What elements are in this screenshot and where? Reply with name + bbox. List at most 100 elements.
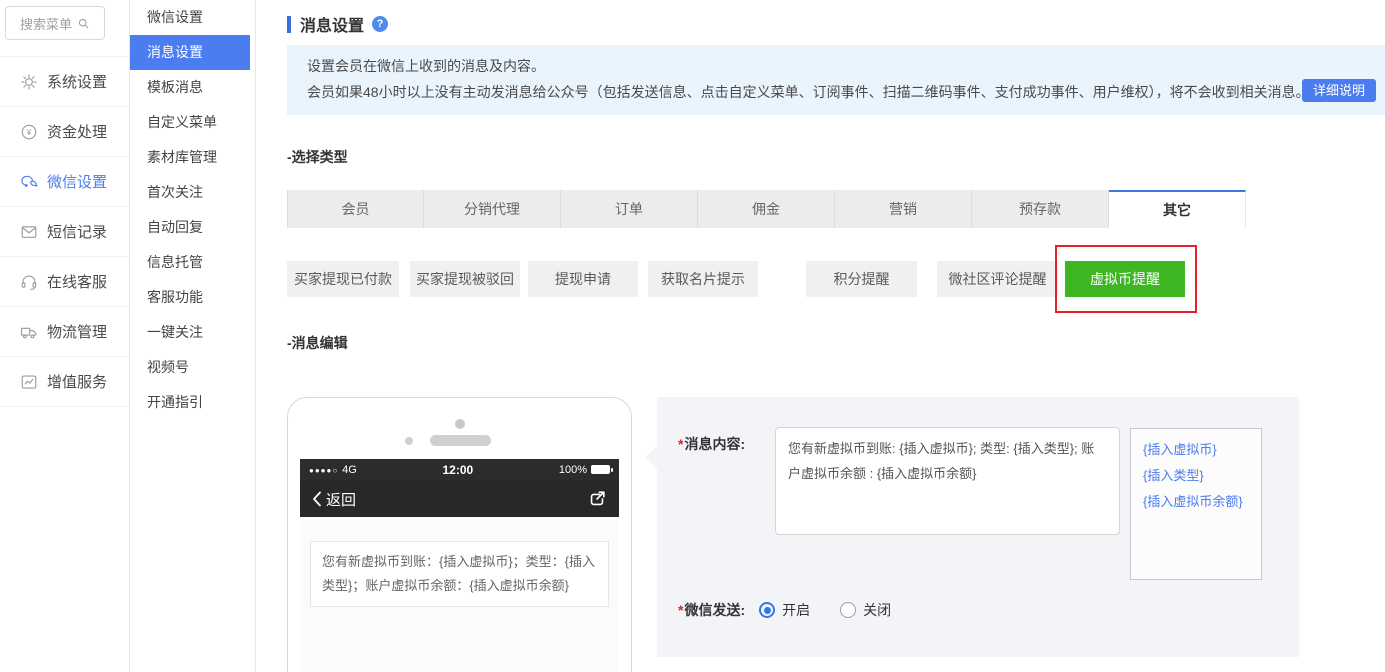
- help-icon[interactable]: ?: [372, 16, 389, 32]
- submenu-item-one-key-follow[interactable]: 一键关注: [130, 315, 255, 350]
- type-button-community-comment-reminder[interactable]: 微社区评论提醒: [937, 261, 1058, 297]
- submenu-item-service-function[interactable]: 客服功能: [130, 280, 255, 315]
- notice-line-1: 设置会员在微信上收到的消息及内容。: [307, 58, 545, 74]
- message-type-buttons: 买家提现已付款 买家提现被驳回 提现申请 获取名片提示 积分提醒 微社区评论提醒…: [287, 261, 1185, 297]
- sidebar-item-label: 在线客服: [47, 274, 108, 291]
- detail-explain-button[interactable]: 详细说明: [1301, 79, 1376, 102]
- phone-camera-dot: [455, 419, 465, 429]
- tab-prepaid[interactable]: 预存款: [972, 190, 1109, 228]
- submenu-item-first-follow[interactable]: 首次关注: [130, 175, 255, 210]
- yen-circle-icon: ¥: [20, 123, 38, 141]
- type-button-get-card-tip[interactable]: 获取名片提示: [648, 261, 758, 297]
- sidebar-item-system-settings[interactable]: 系统设置: [0, 57, 129, 107]
- radio-off[interactable]: [840, 602, 857, 618]
- chart-icon: [20, 373, 38, 391]
- type-button-withdraw-paid[interactable]: 买家提现已付款: [287, 261, 399, 297]
- insert-variable-panel: {插入虚拟币} {插入类型} {插入虚拟币余额}: [1130, 428, 1262, 580]
- type-button-withdraw-apply[interactable]: 提现申请: [528, 261, 638, 297]
- submenu-item-wechat-settings[interactable]: 微信设置: [130, 0, 255, 35]
- notice-line-2: 会员如果48小时以上没有主动发消息给公众号（包括发送信息、点击自定义菜单、订阅事…: [307, 84, 1310, 100]
- submenu-item-template-message[interactable]: 模板消息: [130, 70, 255, 105]
- radio-off-label[interactable]: 关闭: [863, 600, 891, 620]
- search-area: 搜索菜单: [0, 0, 129, 57]
- wechat-settings-submenu: 微信设置 消息设置 模板消息 自定义菜单 素材库管理 首次关注 自动回复 信息托…: [130, 0, 256, 672]
- back-button-preview: 返回: [312, 489, 356, 510]
- tab-distribution-agent[interactable]: 分销代理: [424, 190, 561, 228]
- required-mark: *: [678, 436, 684, 452]
- submenu-item-video-account[interactable]: 视频号: [130, 350, 255, 385]
- back-chevron-icon: [313, 491, 321, 507]
- type-button-virtual-currency-reminder[interactable]: 虚拟币提醒: [1065, 261, 1185, 297]
- network-label: 4G: [342, 464, 357, 476]
- page-title-text: 消息设置: [300, 18, 365, 35]
- page-title: 消息设置 ?: [287, 12, 389, 36]
- title-accent-bar: [287, 15, 291, 33]
- search-placeholder: 搜索菜单: [19, 16, 72, 32]
- type-button-withdraw-rejected[interactable]: 买家提现被驳回: [410, 261, 520, 297]
- insert-balance-link[interactable]: {插入虚拟币余额}: [1143, 489, 1261, 515]
- svg-text:¥: ¥: [26, 128, 32, 137]
- sidebar-item-label: 系统设置: [47, 74, 108, 91]
- search-icon: [77, 17, 90, 30]
- submenu-item-info-hosting[interactable]: 信息托管: [130, 245, 255, 280]
- notice-banner: 设置会员在微信上收到的消息及内容。 会员如果48小时以上没有主动发消息给公众号（…: [287, 45, 1385, 115]
- submenu-item-auto-reply[interactable]: 自动回复: [130, 210, 255, 245]
- message-settings-page: 搜索菜单 系统设置 ¥ 资金处理 微信设置 短信记录 在线客服 物流管理 增值服…: [0, 0, 1385, 672]
- submenu-item-material-library[interactable]: 素材库管理: [130, 140, 255, 175]
- phone-status-bar: ●●●●○ 4G 12:00 100%: [300, 459, 619, 481]
- content-field-label: *消息内容:: [678, 436, 746, 452]
- sidebar-item-value-added[interactable]: 增值服务: [0, 357, 129, 407]
- sidebar-item-funds[interactable]: ¥ 资金处理: [0, 107, 129, 157]
- type-button-points-reminder[interactable]: 积分提醒: [806, 261, 917, 297]
- primary-sidebar: 搜索菜单 系统设置 ¥ 资金处理 微信设置 短信记录 在线客服 物流管理 增值服…: [0, 0, 130, 672]
- sidebar-item-wechat-settings[interactable]: 微信设置: [0, 157, 129, 207]
- battery-percent-label: 100%: [558, 464, 587, 476]
- sidebar-item-label: 微信设置: [47, 174, 108, 191]
- sidebar-item-sms-records[interactable]: 短信记录: [0, 207, 129, 257]
- tab-member[interactable]: 会员: [287, 190, 424, 228]
- share-icon: [590, 491, 605, 506]
- sidebar-item-label: 短信记录: [47, 224, 108, 241]
- section-label-message-edit: -消息编辑: [287, 335, 348, 351]
- phone-message-area: 您有新虚拟币到账：{插入虚拟币}；类型：{插入类型}；账户虚拟币余额：{插入虚拟…: [300, 517, 619, 672]
- sidebar-item-online-service[interactable]: 在线客服: [0, 257, 129, 307]
- phone-speaker-bar: [430, 435, 491, 446]
- section-label-select-type: -选择类型: [287, 149, 348, 165]
- insert-type-link[interactable]: {插入类型}: [1143, 463, 1261, 489]
- submenu-item-message-settings[interactable]: 消息设置: [130, 35, 250, 70]
- envelope-icon: [20, 223, 38, 241]
- truck-icon: [20, 323, 38, 341]
- battery-icon: [591, 465, 613, 474]
- phone-sensor-dot: [405, 437, 413, 445]
- radio-on-label[interactable]: 开启: [782, 600, 810, 620]
- phone-screen: ●●●●○ 4G 12:00 100% 返回 您有新虚拟币到账：{插入虚拟币}；类…: [300, 459, 619, 672]
- signal-dots-icon: ●●●●○: [309, 466, 339, 475]
- submenu-item-custom-menu[interactable]: 自定义菜单: [130, 105, 255, 140]
- tab-commission[interactable]: 佣金: [698, 190, 835, 228]
- search-input[interactable]: 搜索菜单: [5, 6, 105, 40]
- sidebar-item-label: 增值服务: [47, 374, 108, 391]
- message-type-tabs: 会员 分销代理 订单 佣金 营销 预存款 其它: [287, 190, 1246, 228]
- submenu-item-activation-guide[interactable]: 开通指引: [130, 385, 255, 420]
- sidebar-item-logistics[interactable]: 物流管理: [0, 307, 129, 357]
- tab-other[interactable]: 其它: [1109, 190, 1246, 228]
- wechat-bubbles-icon: [20, 173, 38, 191]
- tab-order[interactable]: 订单: [561, 190, 698, 228]
- clock-label: 12:00: [442, 463, 474, 477]
- message-content-textarea[interactable]: 您有新虚拟币到账: {插入虚拟币}; 类型: {插入类型}; 账户虚拟币余额 :…: [775, 427, 1120, 535]
- headset-icon: [20, 273, 38, 291]
- tab-marketing[interactable]: 营销: [835, 190, 972, 228]
- wechat-send-row: *微信发送: 开启 关闭: [678, 600, 891, 620]
- preview-message-bubble: 您有新虚拟币到账：{插入虚拟币}；类型：{插入类型}；账户虚拟币余额：{插入虚拟…: [310, 541, 609, 607]
- gear-icon: [20, 73, 38, 91]
- radio-on[interactable]: [759, 602, 776, 618]
- phone-nav-bar: 返回: [300, 481, 619, 517]
- insert-virtual-currency-link[interactable]: {插入虚拟币}: [1143, 437, 1261, 463]
- callout-arrow: [645, 445, 670, 470]
- send-field-label: *微信发送:: [678, 602, 746, 618]
- sidebar-item-label: 资金处理: [47, 124, 108, 141]
- message-edit-form: *消息内容: 您有新虚拟币到账: {插入虚拟币}; 类型: {插入类型}; 账户…: [645, 397, 1299, 657]
- back-label: 返回: [326, 491, 357, 509]
- phone-preview: ●●●●○ 4G 12:00 100% 返回 您有新虚拟币到账：{插入虚拟币}；类…: [287, 397, 632, 672]
- sidebar-item-label: 物流管理: [47, 324, 108, 341]
